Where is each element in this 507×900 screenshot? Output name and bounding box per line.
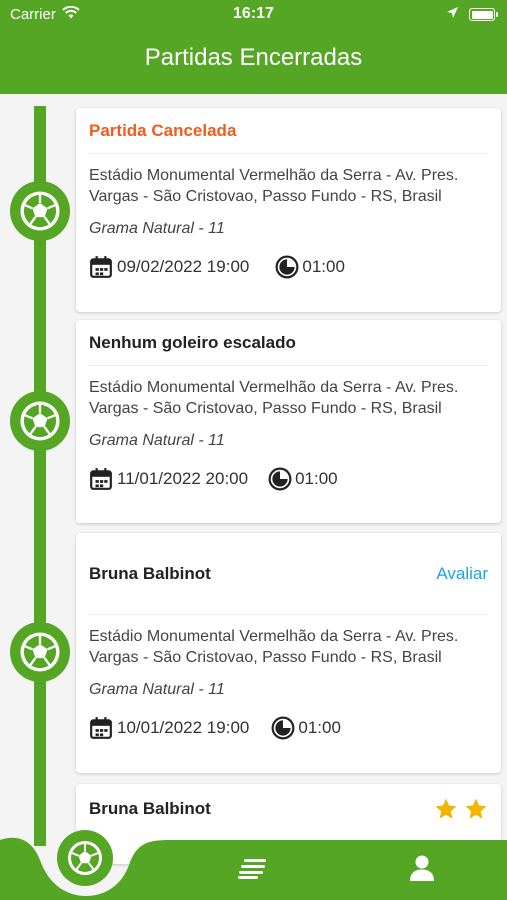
duration-icon (268, 467, 292, 491)
calendar-icon (89, 467, 113, 491)
match-card[interactable]: Partida Cancelada Estádio Monumental Ver… (76, 108, 501, 312)
field-type: Grama Natural - 11 (89, 681, 225, 698)
status-right (446, 6, 498, 23)
rate-link[interactable]: Avaliar (436, 564, 488, 584)
match-status-title: Partida Cancelada (89, 120, 237, 140)
calendar-icon (89, 716, 113, 740)
timeline-ball-icon (10, 181, 70, 241)
match-date: 11/01/2022 20:00 (89, 467, 248, 491)
status-time: 16:17 (233, 5, 274, 22)
list-icon (238, 859, 266, 879)
match-meta: 09/02/2022 19:00 01:00 (89, 255, 488, 279)
nav-home-ball-button[interactable] (57, 830, 113, 886)
duration-icon (275, 255, 299, 279)
duration-icon (271, 716, 295, 740)
status-bar: Carrier 16:17 (0, 0, 507, 28)
timeline-ball-icon (10, 622, 70, 682)
page-title: Partidas Encerradas (144, 44, 363, 71)
match-duration-value: 01:00 (302, 257, 345, 276)
battery-icon (469, 8, 498, 21)
match-duration: 01:00 (275, 255, 345, 279)
match-datetime: 11/01/2022 20:00 (117, 469, 249, 488)
card-header: Nenhum goleiro escalado (89, 320, 488, 366)
calendar-icon (89, 255, 113, 279)
match-address: Estádio Monumental Vermelhão da Serra - … (89, 167, 459, 205)
star-icon (464, 797, 488, 821)
star-icon (434, 797, 458, 821)
match-card[interactable]: Nenhum goleiro escalado Estádio Monument… (76, 320, 501, 523)
app-header: Carrier 16:17 Partidas Encerradas (0, 0, 507, 94)
match-address: Estádio Monumental Vermelhão da Serra - … (89, 379, 459, 417)
goalkeeper-name: Bruna Balbinot (89, 563, 211, 583)
soccer-ball-icon (65, 838, 105, 878)
match-date: 09/02/2022 19:00 (89, 255, 249, 279)
match-address: Estádio Monumental Vermelhão da Serra - … (89, 628, 459, 666)
field-type: Grama Natural - 11 (89, 432, 225, 449)
match-status-title: Nenhum goleiro escalado (89, 332, 296, 352)
match-duration: 01:00 (271, 716, 341, 740)
rating-stars (434, 797, 488, 821)
profile-icon (410, 855, 434, 881)
match-date: 10/01/2022 19:00 (89, 716, 249, 740)
card-header: Bruna Balbinot Avaliar (89, 533, 488, 615)
nav-list-button[interactable] (238, 857, 268, 884)
field-type: Grama Natural - 11 (89, 220, 225, 237)
match-meta: 11/01/2022 20:00 01:00 (89, 467, 488, 491)
timeline-ball-icon (10, 391, 70, 451)
match-duration-value: 01:00 (295, 469, 338, 488)
card-header: Partida Cancelada (89, 108, 488, 154)
match-meta: 10/01/2022 19:00 01:00 (89, 716, 488, 740)
nav-profile-button[interactable] (408, 854, 436, 887)
match-duration: 01:00 (268, 467, 338, 491)
location-arrow-icon (446, 6, 459, 23)
match-datetime: 10/01/2022 19:00 (117, 718, 250, 737)
goalkeeper-name: Bruna Balbinot (89, 799, 211, 818)
match-card[interactable]: Bruna Balbinot Avaliar Estádio Monumenta… (76, 533, 501, 773)
match-duration-value: 01:00 (298, 718, 341, 737)
match-datetime: 09/02/2022 19:00 (117, 257, 250, 276)
